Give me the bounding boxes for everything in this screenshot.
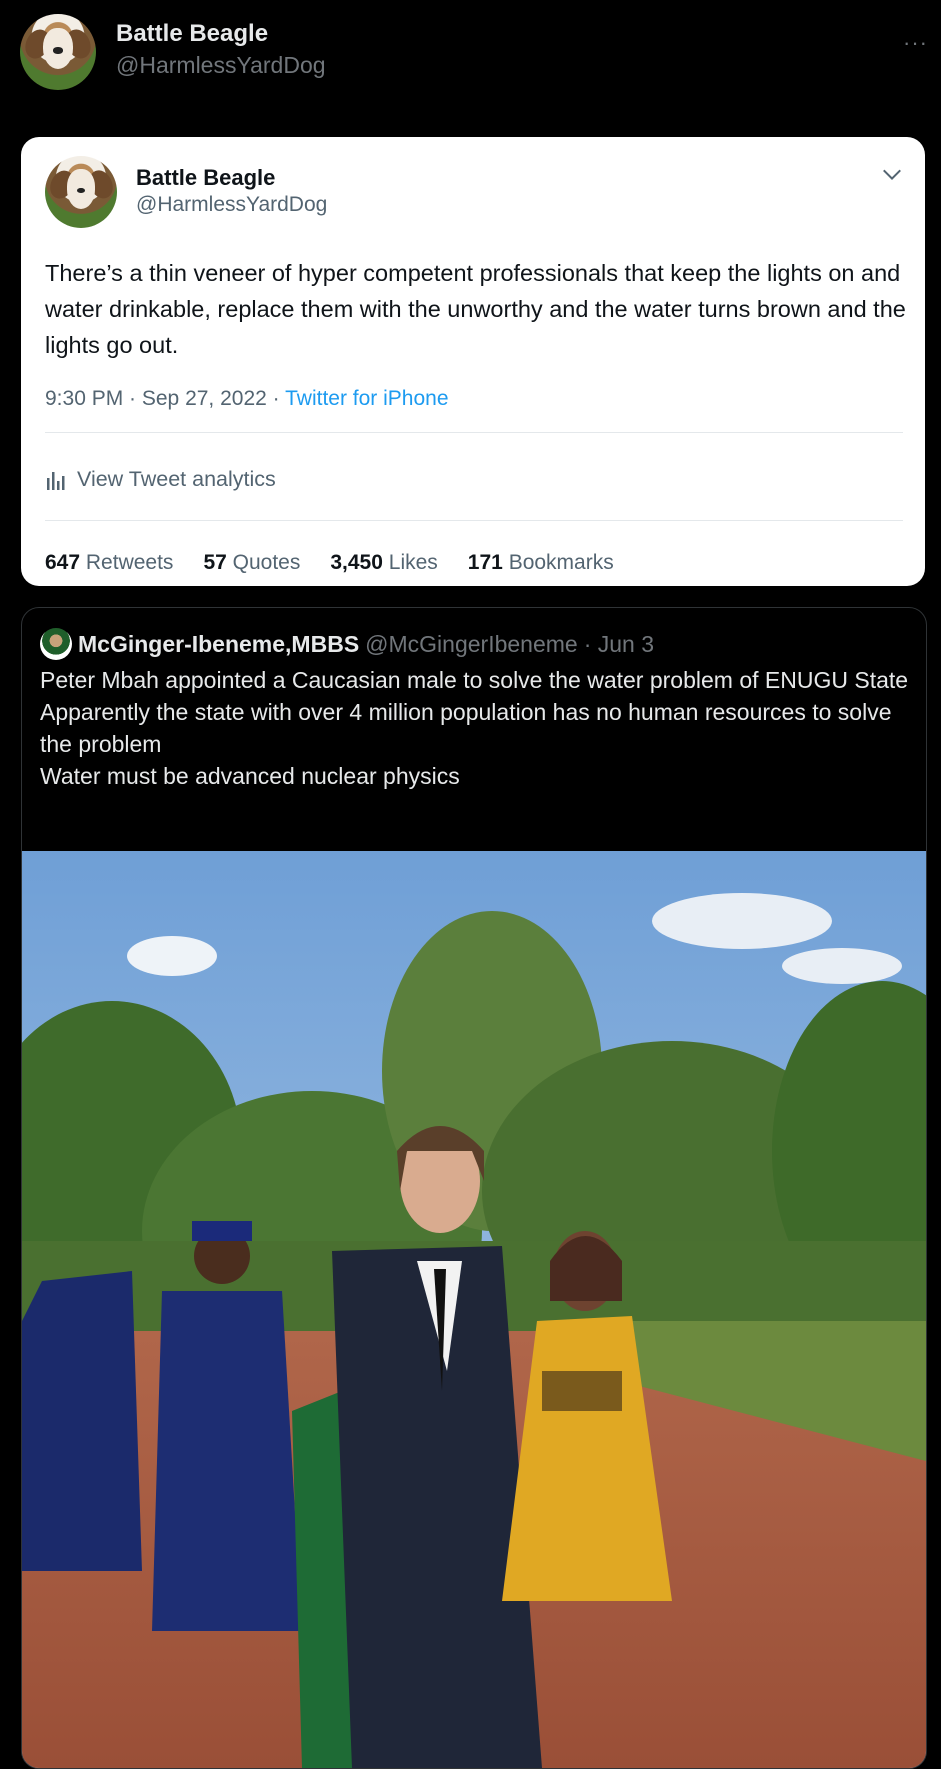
quoted-tweet[interactable]: McGinger-Ibeneme,MBBS @McGingerIbeneme ·… [21,607,927,1769]
quoted-date[interactable]: · Jun 3 [584,631,654,658]
quoted-tweet-header: McGinger-Ibeneme,MBBS @McGingerIbeneme ·… [40,628,654,660]
view-analytics-button[interactable]: View Tweet analytics [45,467,276,492]
quoted-tweet-text: Peter Mbah appointed a Caucasian male to… [40,664,914,792]
stat-label: Likes [388,551,438,574]
divider [45,520,903,521]
tweet-source-link[interactable]: Twitter for iPhone [285,387,448,410]
author-handle[interactable]: @HarmlessYardDog [116,52,326,79]
stat-count: 3,450 [330,551,383,574]
quoted-author-handle[interactable]: @McGingerIbeneme [365,631,578,658]
quoted-photo[interactable] [22,851,926,1768]
analytics-icon [47,471,65,490]
stat-quotes[interactable]: 57 Quotes [203,551,300,575]
chevron-down-icon[interactable] [881,163,903,185]
stat-retweets[interactable]: 647 Retweets [45,551,173,575]
tweet-author-handle[interactable]: @HarmlessYardDog [136,193,327,217]
quoted-line: Water must be advanced nuclear physics [40,763,460,789]
tweet-stats: 647 Retweets 57 Quotes 3,450 Likes 171 B… [45,551,614,575]
tweet-timestamp[interactable]: 9:30 PM · Sep 27, 2022 · [45,387,285,410]
quoted-avatar[interactable] [40,628,72,660]
author-name[interactable]: Battle Beagle [116,20,268,48]
analytics-label: View Tweet analytics [77,467,276,491]
stat-count: 647 [45,551,81,574]
tweet-meta: 9:30 PM · Sep 27, 2022 · Twitter for iPh… [45,387,449,411]
avatar[interactable] [20,14,96,90]
stat-count: 171 [467,551,503,574]
quoted-author-name[interactable]: McGinger-Ibeneme,MBBS [78,631,359,658]
stat-likes[interactable]: 3,450 Likes [330,551,437,575]
more-options-icon[interactable]: ··· [903,30,928,56]
divider [45,432,903,433]
tweet-avatar[interactable] [45,156,117,228]
tweet-card: Battle Beagle @HarmlessYardDog There’s a… [21,137,925,586]
tweet-text: There’s a thin veneer of hyper competent… [45,260,906,358]
stat-label: Retweets [85,551,174,574]
stat-label: Quotes [232,551,301,574]
quoted-line: Apparently the state with over 4 million… [40,699,892,757]
stat-bookmarks[interactable]: 171 Bookmarks [468,551,614,575]
stat-label: Bookmarks [508,551,614,574]
quoted-line: Peter Mbah appointed a Caucasian male to… [40,667,909,693]
tweet-author-name[interactable]: Battle Beagle [136,165,275,191]
stat-count: 57 [203,551,227,574]
post-header: Battle Beagle @HarmlessYardDog ··· [20,14,930,94]
